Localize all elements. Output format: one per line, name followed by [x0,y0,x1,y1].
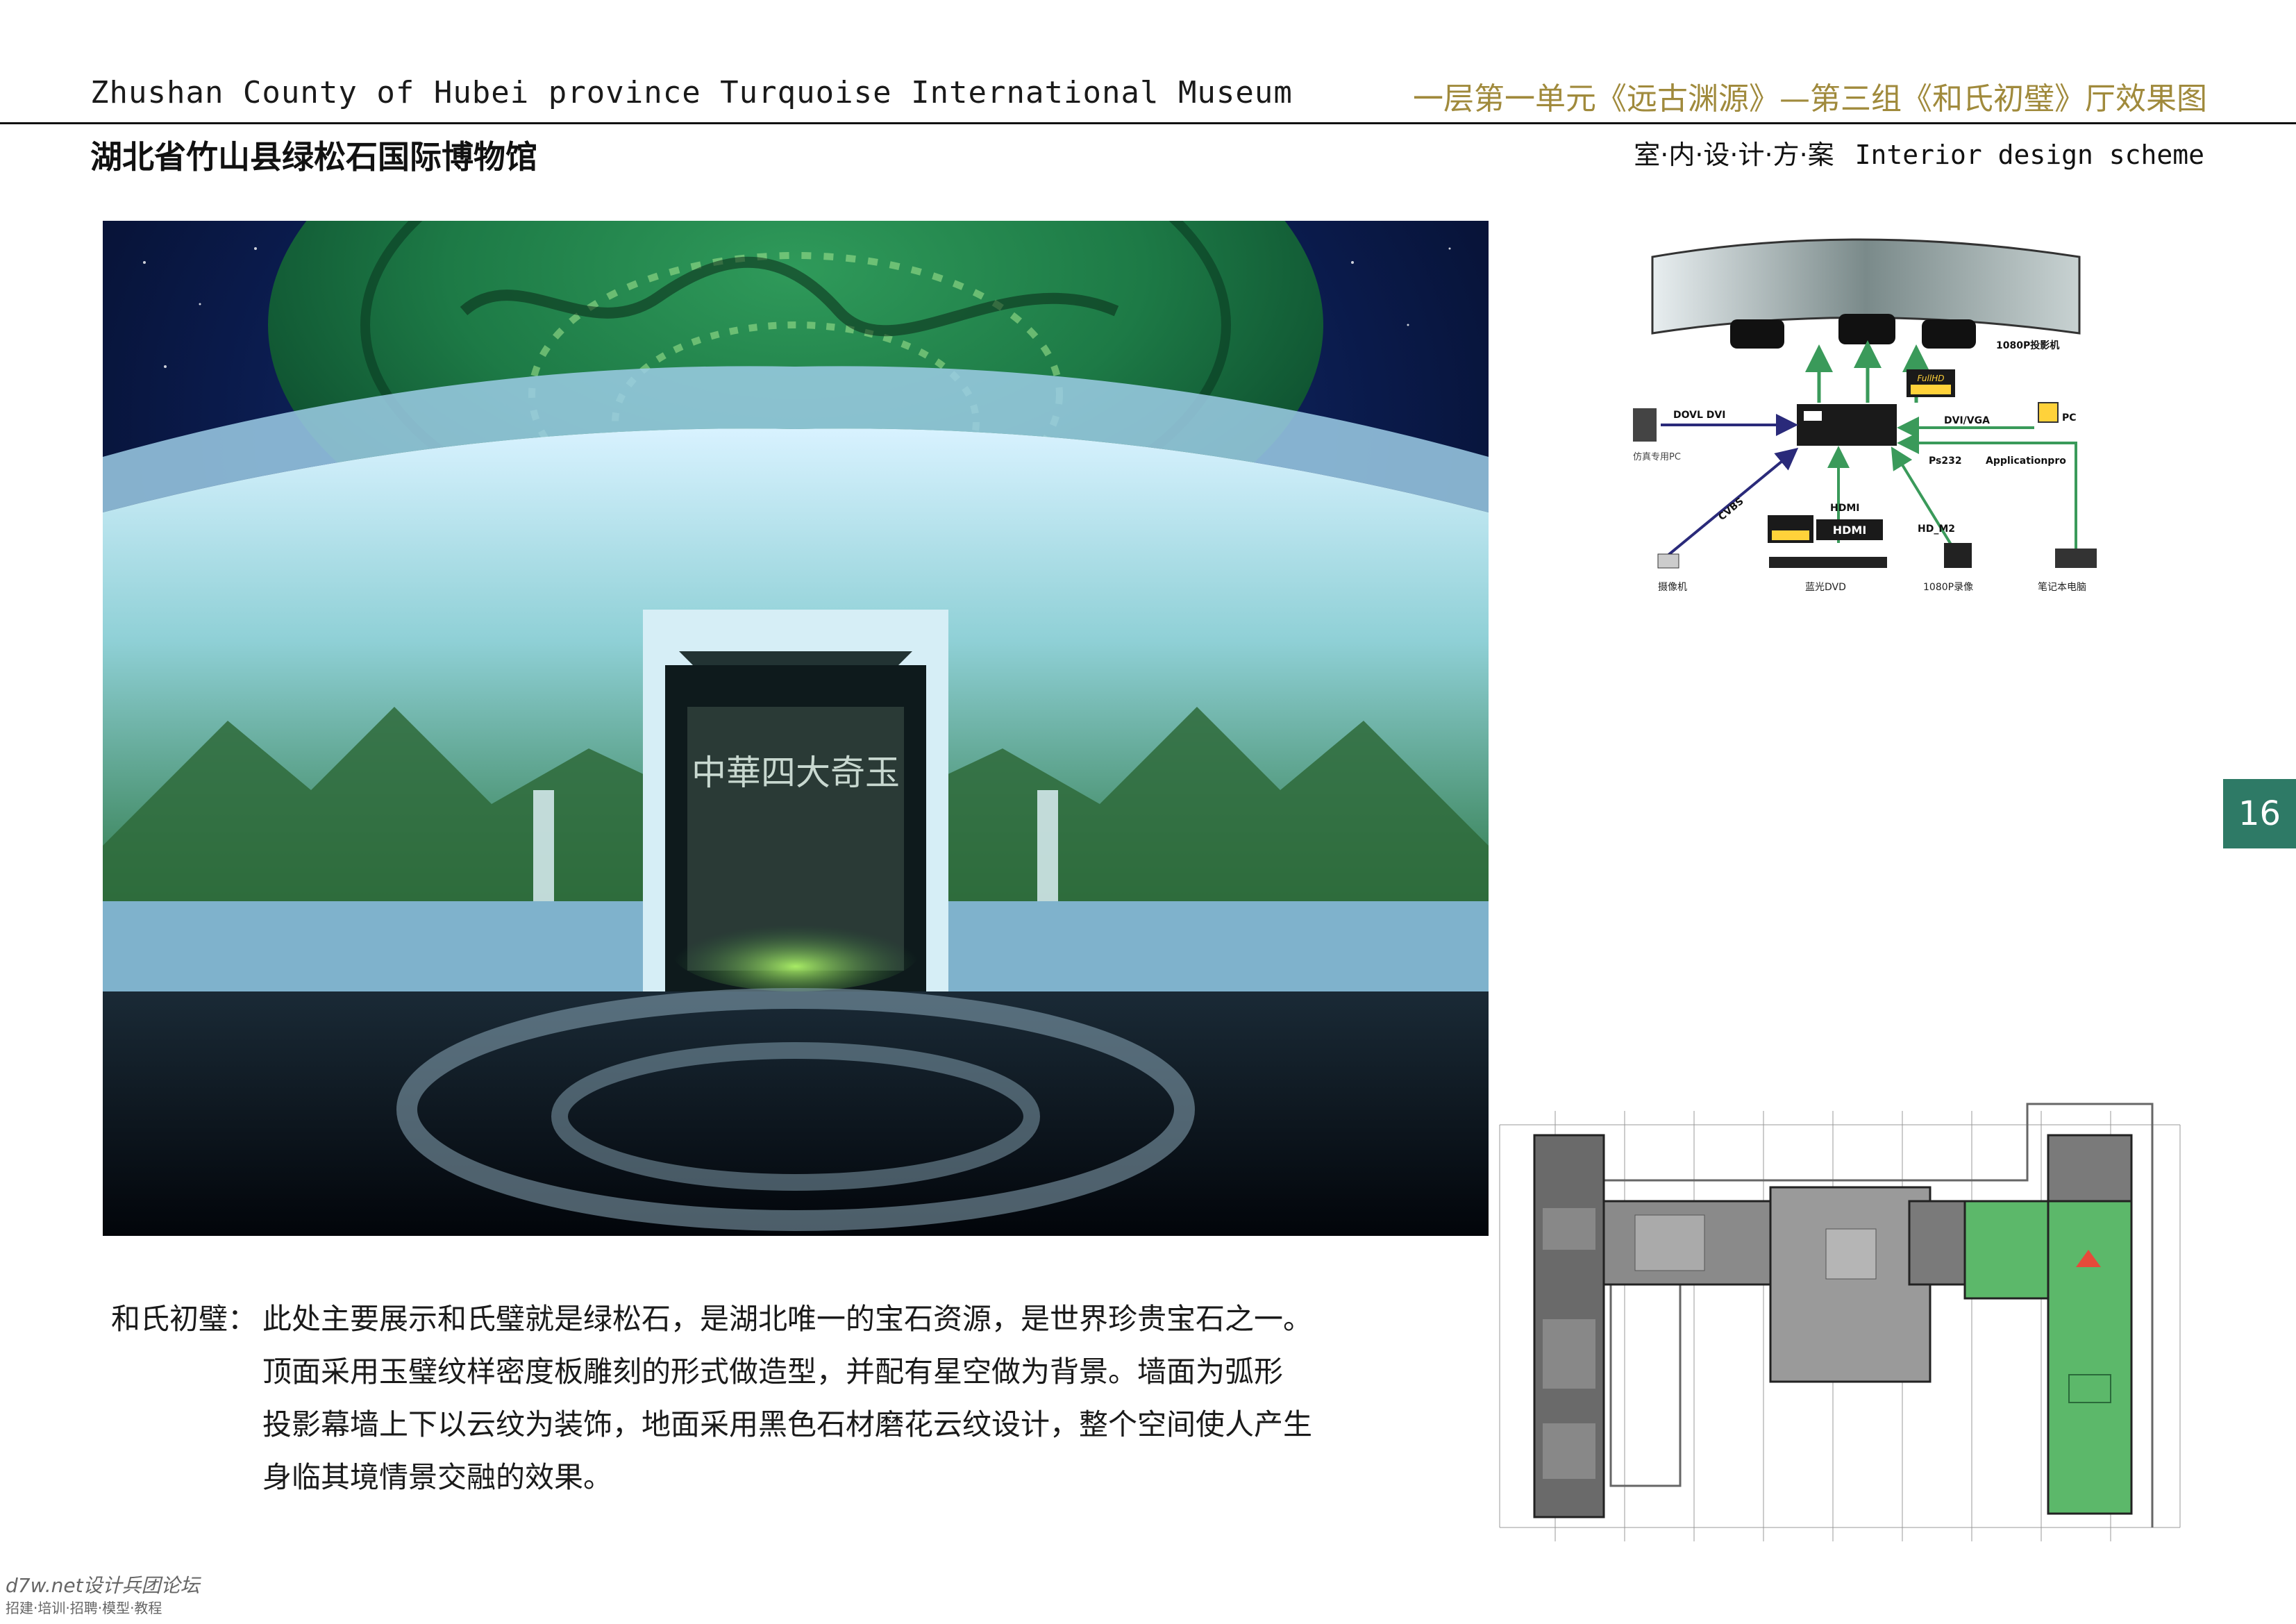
dvi-label: DOVL DVI [1673,410,1725,421]
header-scheme: 室·内·设·计·方·案 Interior design scheme [1634,133,2204,171]
recorder-label: 1080P录像 [1923,582,1973,593]
hdmi-logo-text: HDMI [1833,524,1867,537]
header-rule [0,122,2296,124]
caption-line: 此处主要展示和氏璧就是绿松石，是湖北唯一的宝石资源，是世界珍贵宝石之一。 [262,1302,1313,1336]
plan-green-wing [2047,1200,2133,1515]
projector-label: 1080P投影机 [1996,340,2059,351]
page-number-tab: 16 [2223,779,2296,848]
floor-plan-svg [1499,1103,2181,1541]
caption-lead: 和氏初璧： [111,1302,258,1336]
projector-icon [1838,314,1895,344]
pc-monitor-icon [2038,402,2059,423]
projector-icon [1730,319,1784,349]
watermark-tagline: 招建·培训·招聘·模型·教程 [6,1600,162,1616]
watermark-site: d7w.net设计兵团论坛 [6,1574,200,1597]
ps232-label: Ps232 [1929,455,1962,467]
fullhd-badge-text: FullHD [1918,374,1945,383]
floor-plan [1486,1097,2194,1548]
laptop-label: 笔记本电脑 [2038,582,2086,593]
scheme-en: Interior design scheme [1854,140,2204,170]
projection-system-diagram: 1080P投影机 FullHD DOVL DVI 仿真专用PC PC DVI/V… [1618,222,2104,611]
interior-rendering: 中華四大奇玉 [103,221,1489,1236]
camera-icon [1657,553,1679,569]
laptop-icon [2055,549,2097,568]
pc-right-label: PC [2062,412,2077,424]
caption-line: 顶面采用玉璧纹样密度板雕刻的形式做造型，并配有星空做为背景。墙面为弧形 [262,1355,1284,1389]
caption-body: 此处主要展示和氏璧就是绿松石，是湖北唯一的宝石资源，是世界珍贵宝石之一。 顶面采… [262,1293,1429,1504]
wall-inscription: 中華四大奇玉 [692,753,900,793]
scheme-cn: 室·内·设·计·方·案 [1634,140,1834,170]
pc-left-label: 仿真专用PC [1633,452,1681,462]
camera-label: 摄像机 [1658,582,1687,593]
pc-tower-icon [1633,408,1657,442]
plan-center-hall [1769,1186,1932,1383]
dvi-vga-label: DVI/VGA [1944,415,1990,426]
cvbs-label: CVBS [1716,496,1745,523]
dvd-player-icon [1769,557,1887,568]
hdmi-label: HDMI [1830,503,1859,514]
caption-line: 身临其境情景交融的效果。 [262,1460,613,1494]
header-title-en: Zhushan County of Hubei province Turquoi… [90,75,1293,110]
hdm2-label: HD_M2 [1918,524,1955,535]
header-section-title: 一层第一单元《远古渊源》—第三组《和氏初璧》厅效果图 [1413,81,2207,117]
projector-icon [1922,319,1976,349]
switcher-box [1797,404,1897,446]
application-label: Applicationpro [1986,455,2066,467]
recorder-icon [1944,543,1972,568]
diagram-svg: 1080P投影机 FullHD DOVL DVI 仿真专用PC PC DVI/V… [1633,238,2097,593]
header-title-cn: 湖北省竹山县绿松石国际博物馆 [90,138,537,176]
rendering-illustration: 中華四大奇玉 [103,221,1489,1236]
caption-line: 投影幕墙上下以云纹为装饰，地面采用黑色石材磨花云纹设计，整个空间使人产生 [262,1407,1313,1441]
dvd-label: 蓝光DVD [1805,582,1846,593]
